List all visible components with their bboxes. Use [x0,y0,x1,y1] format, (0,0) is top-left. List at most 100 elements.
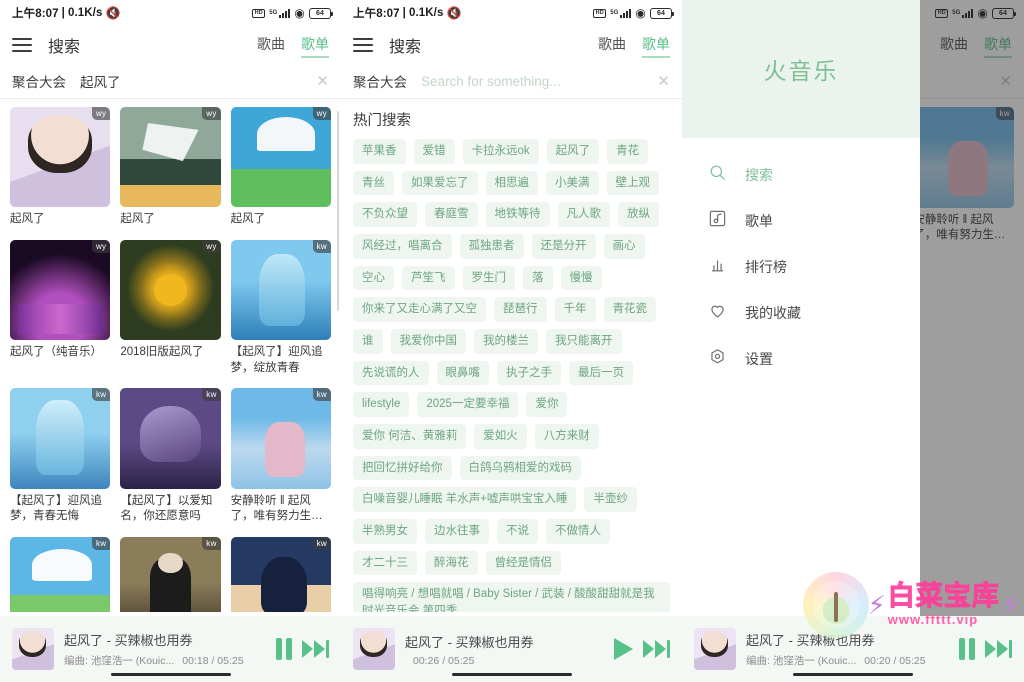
hot-search-tag[interactable]: 爱你 [526,392,568,418]
hot-search-tag[interactable]: 把回忆拼好给你 [353,455,452,481]
drawer-item-ranking[interactable]: 排行榜 [682,244,920,290]
hot-search-tag[interactable]: 慢慢 [560,265,602,291]
hot-search-tag[interactable]: 苹果香 [353,139,406,164]
hot-search-tag[interactable]: 边水往事 [425,519,489,544]
player-artist: 编曲: 池窪浩一 (Kouic... [746,655,857,667]
play-icon[interactable] [613,638,633,660]
tab-songs[interactable]: 歌曲 [257,34,285,57]
result-card[interactable]: kw 【起风了】以爱知名，你还愿意吗 [120,388,221,524]
hot-search-tag[interactable]: 小美满 [546,170,599,196]
next-track-icon[interactable] [984,640,1012,658]
hot-search-tag[interactable]: 壁上观 [606,170,659,196]
hot-search-tag[interactable]: 不做情人 [546,519,610,544]
hot-search-tag[interactable]: 卡拉永远ok [462,139,539,164]
close-icon[interactable]: ✕ [657,72,670,90]
hot-search-tag[interactable]: 空心 [353,265,394,291]
hot-search-tag[interactable]: 画心 [603,234,645,259]
hot-search-tag[interactable]: 不负众望 [353,202,417,228]
hot-search-tag[interactable]: 曾经是情侣 [485,550,561,576]
hot-search-tag[interactable]: 孤独患者 [459,234,524,259]
result-card[interactable]: wy 起风了 [10,107,111,228]
hamburger-icon[interactable] [353,38,373,52]
hot-search-tag[interactable]: 起风了 [546,139,600,164]
hot-search-tag[interactable]: 唱得响亮 / 想唱就唱 / Baby Sister / 武装 / 酸酸甜甜就是我… [353,582,670,612]
hot-search-tag[interactable]: 最后一页 [569,360,633,386]
hot-search-tag[interactable]: 爱你 何洁、黄雅莉 [353,424,467,449]
drawer-item-favorites[interactable]: 我的收藏 [682,290,920,336]
hamburger-icon[interactable] [12,38,32,52]
drawer-item-label: 我的收藏 [745,305,801,321]
hot-search-tag[interactable]: 白鸽乌鸦相爱的戏码 [459,455,581,481]
result-card[interactable]: wy 起风了 [120,107,221,228]
hot-search-tag[interactable]: 谁 [353,329,383,354]
pause-icon[interactable] [275,638,292,660]
drawer-item-playlist[interactable]: 歌单 [682,198,920,244]
hot-search-tag[interactable]: 半壶纱 [584,487,637,513]
hot-search-tag[interactable]: 你来了又走心满了又空 [353,297,486,323]
close-icon[interactable]: ✕ [316,72,329,90]
tab-playlists[interactable]: 歌单 [301,34,329,58]
hot-search-tag[interactable]: 不说 [497,519,538,544]
hot-search-tag[interactable]: 八方来财 [534,424,599,449]
result-card[interactable]: kw 宫崎骏.起风了，一切还是那么的宁静 [120,536,221,612]
drawer-item-search[interactable]: 搜索 [682,152,920,198]
player-info[interactable]: 起风了 - 买辣椒也用券 编曲: 池窪浩一 (Kouic... 00:20 / … [746,630,949,668]
result-card[interactable]: wy 起风了 [230,107,331,228]
hot-search-tag[interactable]: 春庭雪 [425,202,478,228]
hot-search-tag[interactable]: 先说谎的人 [353,360,429,386]
hot-search-tag[interactable]: 风经过，唱离合 [353,234,452,259]
tab-songs[interactable]: 歌曲 [598,34,626,57]
card-title: 【起风了】迎风追梦，绽放青春 [230,346,323,374]
phone-screen-hot-search: 上午8:07 | 0.1K/s 🔇 HD 5G ◉ 64 搜索 歌曲 歌单 聚合… [341,0,682,682]
hot-search-tag[interactable]: 青丝 [353,170,394,196]
hot-search-tag[interactable]: 我的楼兰 [474,329,538,354]
pause-icon[interactable] [958,638,975,660]
hot-search-tag[interactable]: 琵琶行 [494,297,547,323]
result-card[interactable]: kw 【起风了】迎风追梦，青春无悔 [10,388,111,524]
hot-search-tag[interactable]: 落 [523,265,553,291]
result-card[interactable]: kw 『伤感』起风了，吹散了我对你的爱意 [230,536,331,612]
next-track-icon[interactable] [642,640,670,658]
hot-search-tag[interactable]: 还是分开 [531,234,596,259]
scrollbar[interactable] [337,111,339,311]
player-info[interactable]: 起风了 - 买辣椒也用券 编曲: 池窪浩一 (Kouic... 00:18 / … [64,630,266,668]
hot-search-tag[interactable]: 如果爱忘了 [402,170,478,196]
search-input[interactable] [80,73,303,89]
hot-search-tag[interactable]: 爱错 [413,139,455,164]
search-input[interactable] [421,73,644,89]
hot-search-tag[interactable]: 醉海花 [425,550,478,576]
search-category[interactable]: 聚合大会 [12,71,66,91]
player-info[interactable]: 起风了 - 买辣椒也用券 00:26 / 05:25 [405,632,604,667]
hot-search-tag[interactable]: 2025一定要幸福 [417,392,519,418]
hot-search-tag[interactable]: 罗生门 [462,265,515,291]
hot-search-tag[interactable]: 相思遍 [485,170,538,196]
result-card[interactable]: wy 2018旧版起风了 [120,239,221,376]
search-category[interactable]: 聚合大会 [353,71,407,91]
hot-search-tag[interactable]: 我只能离开 [546,329,622,354]
result-card[interactable]: wy 起风了（纯音乐） [10,239,111,376]
hot-search-tag[interactable]: 半熟男女 [353,519,417,544]
next-track-icon[interactable] [301,640,329,658]
hot-search-tag[interactable]: 地铁等待 [485,202,550,228]
hot-search-tag[interactable]: 芦笙飞 [402,265,455,291]
hot-search-tag[interactable]: 爱如火 [474,424,527,449]
hot-search-tag[interactable]: 放纵 [618,202,659,228]
result-card[interactable]: kw 安静聆听 ‖ 起风了，唯有努力生存！ [230,388,331,524]
drawer-item-settings[interactable]: 设置 [682,336,920,382]
hot-search-tag[interactable]: 眼鼻嘴 [436,360,489,386]
hot-search-tag[interactable]: 青花 [607,139,649,164]
hot-search-tag[interactable]: 青花瓷 [603,297,656,323]
hot-search-tag[interactable]: 才二十三 [353,550,417,576]
source-badge: kw [91,536,111,550]
hot-search-tag[interactable]: 执子之手 [497,360,561,386]
tab-playlists[interactable]: 歌单 [642,34,670,58]
hot-search-tag[interactable]: 我爱你中国 [390,329,466,354]
hot-search-tag[interactable]: 凡人歌 [557,202,610,228]
player-cover-art [694,628,736,670]
search-icon [708,163,727,187]
result-card[interactable]: kw 【起风了】迎风追梦，绽放青春 [230,239,331,376]
hot-search-tag[interactable]: 白噪音婴儿睡眠 羊水声+嘘声哄宝宝入睡 [353,487,577,513]
result-card[interactable]: kw [抖音2018]起风了ヤキモチ专题 [10,536,111,612]
hot-search-tag[interactable]: 千年 [554,297,596,323]
hot-search-tag[interactable]: lifestyle [353,392,410,418]
